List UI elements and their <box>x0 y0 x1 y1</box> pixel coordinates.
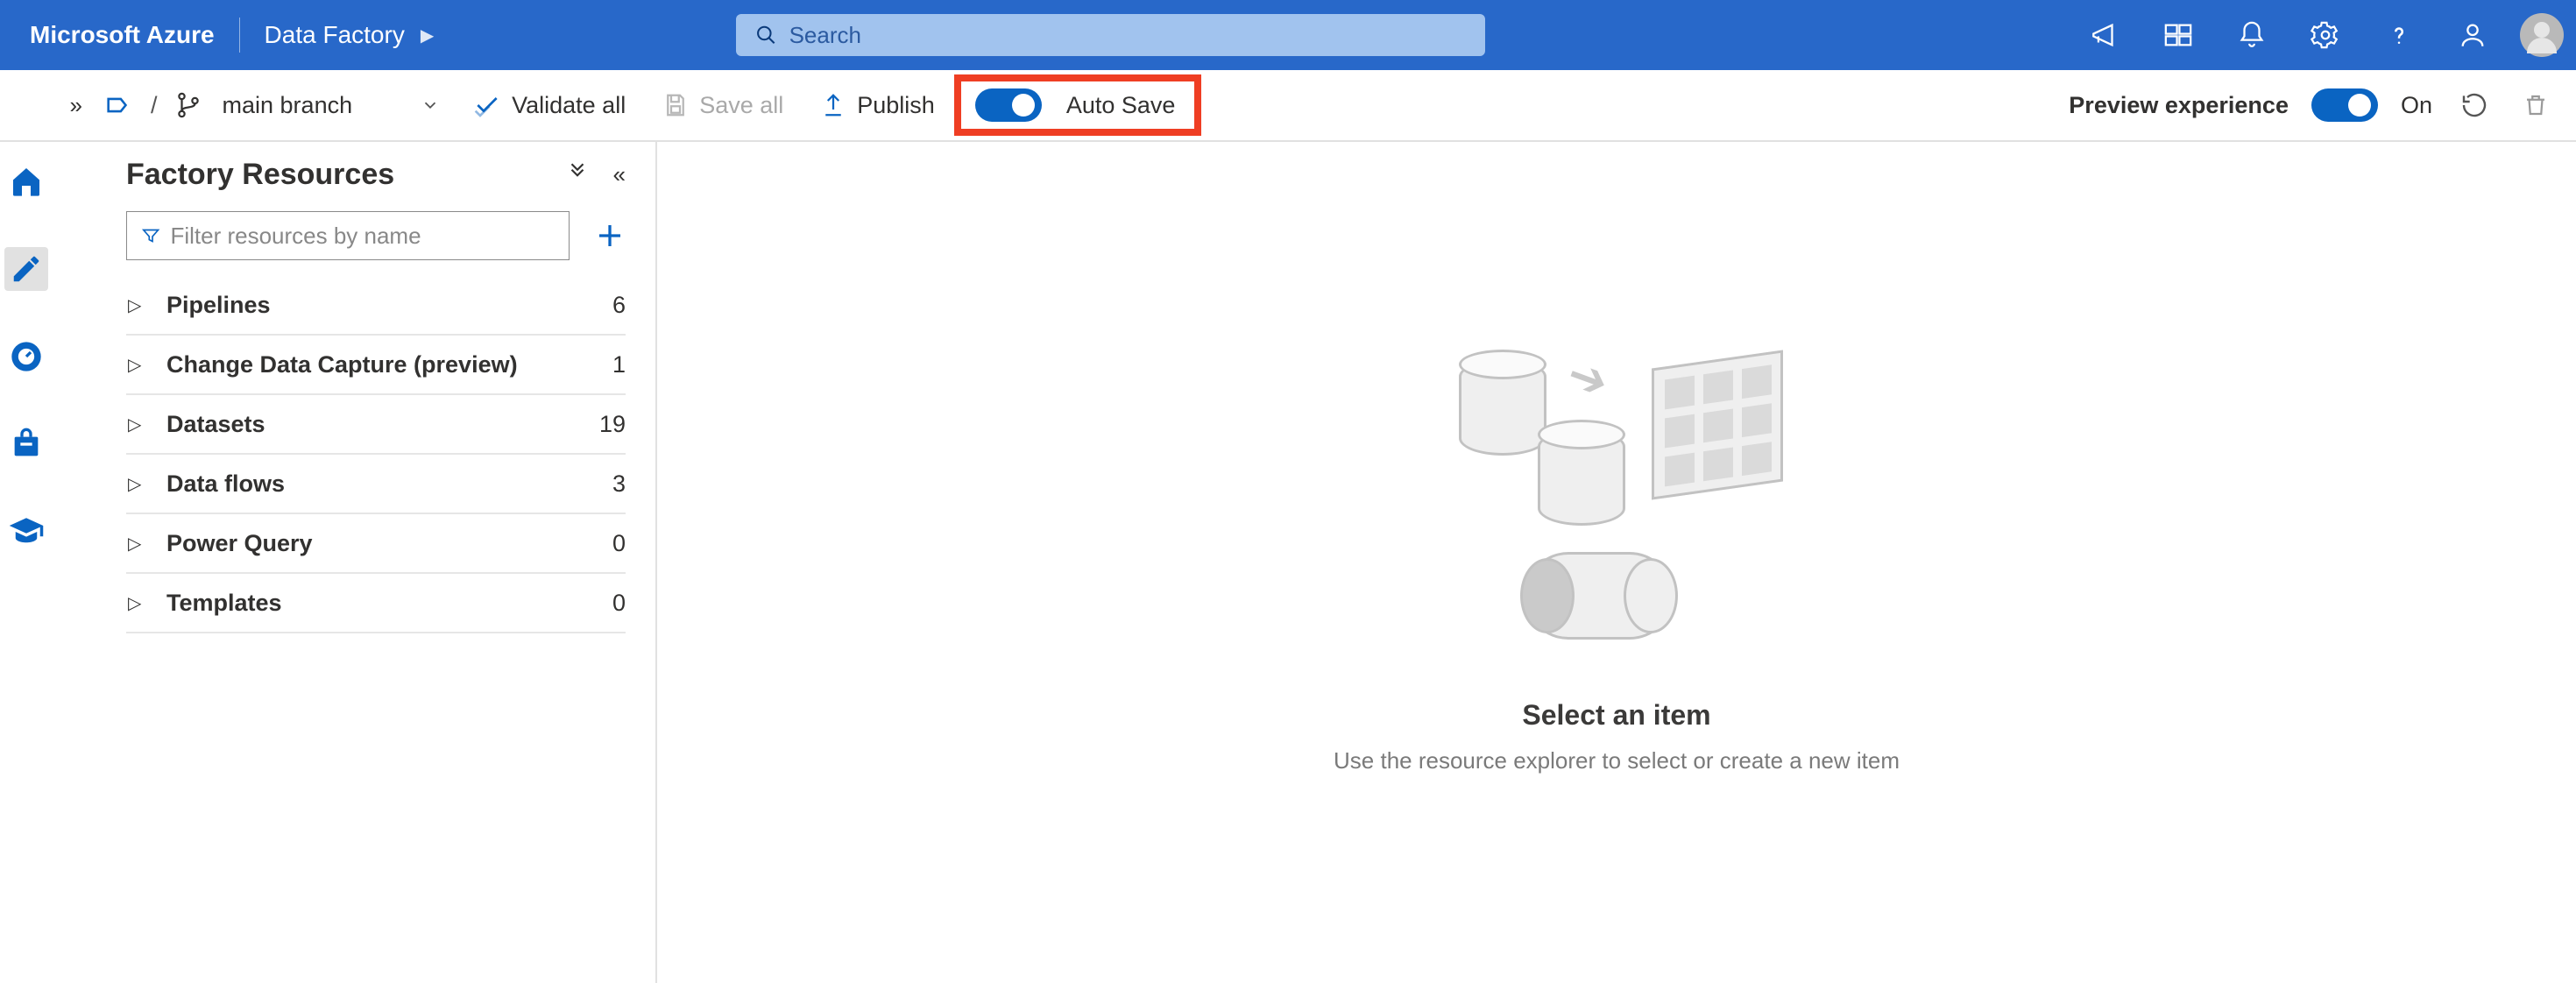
auto-save-highlighted-group: Auto Save <box>954 74 1202 136</box>
resource-group-label: Pipelines <box>166 292 612 319</box>
save-all-label: Save all <box>699 92 783 119</box>
nav-home[interactable] <box>4 159 48 203</box>
factory-resources-panel: Factory Resources « ▷ Pipelines <box>53 142 657 983</box>
resource-group-label: Datasets <box>166 411 599 438</box>
command-bar: » / main branch Validate all Save all <box>0 70 2576 142</box>
breadcrumb-chevron-icon: ▶ <box>421 25 434 46</box>
resource-group-pipelines[interactable]: ▷ Pipelines 6 <box>126 276 626 336</box>
resource-group-label: Power Query <box>166 530 612 557</box>
empty-state-title: Select an item <box>1522 699 1710 732</box>
nav-learning[interactable] <box>4 510 48 554</box>
resource-group-powerquery[interactable]: ▷ Power Query 0 <box>126 514 626 574</box>
main-body: Factory Resources « ▷ Pipelines <box>0 142 2576 983</box>
resource-group-count: 3 <box>612 470 626 498</box>
filter-icon <box>141 225 160 246</box>
factory-resources-title: Factory Resources <box>126 158 566 192</box>
global-search-input[interactable] <box>789 22 1466 49</box>
resource-group-count: 19 <box>599 411 626 438</box>
data-factory-icon[interactable] <box>103 90 133 120</box>
expand-tri-icon: ▷ <box>128 592 149 614</box>
expand-tri-icon: ▷ <box>128 294 149 316</box>
expand-tri-icon: ▷ <box>128 354 149 376</box>
resource-group-count: 0 <box>612 590 626 617</box>
resource-group-cdc[interactable]: ▷ Change Data Capture (preview) 1 <box>126 336 626 395</box>
shell-divider <box>239 18 240 53</box>
publish-label: Publish <box>857 92 935 119</box>
collapse-sections-icon[interactable] <box>566 161 589 188</box>
factory-resources-list: ▷ Pipelines 6 ▷ Change Data Capture (pre… <box>126 276 626 633</box>
branch-chevron-icon[interactable] <box>421 95 440 115</box>
nav-manage[interactable] <box>4 422 48 466</box>
save-all-button[interactable]: Save all <box>659 87 787 124</box>
validate-all-button[interactable]: Validate all <box>470 86 629 124</box>
preview-experience-label: Preview experience <box>2069 92 2289 119</box>
announcements-icon[interactable] <box>2089 19 2120 51</box>
refresh-button[interactable] <box>2455 86 2494 124</box>
expand-panel-icon[interactable]: » <box>70 92 82 119</box>
preview-experience-toggle[interactable] <box>2311 88 2378 122</box>
activity-bar <box>0 142 53 983</box>
breadcrumb-separator: / <box>151 92 158 119</box>
discard-button[interactable] <box>2516 86 2555 124</box>
branch-name-label: main branch <box>223 92 353 119</box>
preview-experience-group: Preview experience On <box>2069 86 2555 124</box>
search-wrap <box>736 14 1485 56</box>
resource-group-label: Data flows <box>166 470 612 498</box>
expand-tri-icon: ▷ <box>128 473 149 495</box>
resource-group-datasets[interactable]: ▷ Datasets 19 <box>126 395 626 455</box>
azure-top-shell: Microsoft Azure Data Factory ▶ <box>0 0 2576 70</box>
resource-group-label: Change Data Capture (preview) <box>166 351 612 378</box>
author-canvas: ➔ Select an item Use the resource explor… <box>657 142 2576 983</box>
resource-group-dataflows[interactable]: ▷ Data flows 3 <box>126 455 626 514</box>
help-icon[interactable] <box>2383 19 2415 51</box>
feedback-icon[interactable] <box>2457 19 2488 51</box>
breadcrumb[interactable]: Data Factory ▶ <box>265 21 435 49</box>
validate-all-label: Validate all <box>512 92 626 119</box>
resource-group-count: 1 <box>612 351 626 378</box>
shell-icon-strip <box>2089 19 2488 51</box>
nav-monitor[interactable] <box>4 335 48 378</box>
add-resource-button[interactable] <box>594 220 626 251</box>
empty-state-subtitle: Use the resource explorer to select or c… <box>1334 747 1900 774</box>
expand-tri-icon: ▷ <box>128 414 149 435</box>
auto-save-toggle[interactable] <box>975 88 1042 122</box>
resource-filter-box[interactable] <box>126 211 570 260</box>
auto-save-label: Auto Save <box>1066 92 1176 119</box>
git-branch-icon[interactable] <box>175 92 202 118</box>
resource-group-label: Templates <box>166 590 612 617</box>
resource-group-count: 6 <box>612 292 626 319</box>
search-icon <box>755 24 777 46</box>
resource-group-count: 0 <box>612 530 626 557</box>
global-search-box[interactable] <box>736 14 1485 56</box>
notifications-icon[interactable] <box>2236 19 2268 51</box>
expand-tri-icon: ▷ <box>128 533 149 555</box>
resource-filter-input[interactable] <box>170 223 555 250</box>
collapse-panel-icon[interactable]: « <box>613 161 626 188</box>
empty-state-illustration: ➔ <box>1433 350 1801 666</box>
publish-button[interactable]: Publish <box>817 87 938 124</box>
resource-group-templates[interactable]: ▷ Templates 0 <box>126 574 626 633</box>
account-avatar[interactable] <box>2520 13 2564 57</box>
branch-selector[interactable]: main branch <box>219 87 357 124</box>
nav-author[interactable] <box>4 247 48 291</box>
breadcrumb-label: Data Factory <box>265 21 405 49</box>
settings-gear-icon[interactable] <box>2310 19 2341 51</box>
cloud-shell-icon[interactable] <box>2162 19 2194 51</box>
brand-label[interactable]: Microsoft Azure <box>30 21 215 49</box>
preview-on-label: On <box>2401 92 2432 119</box>
